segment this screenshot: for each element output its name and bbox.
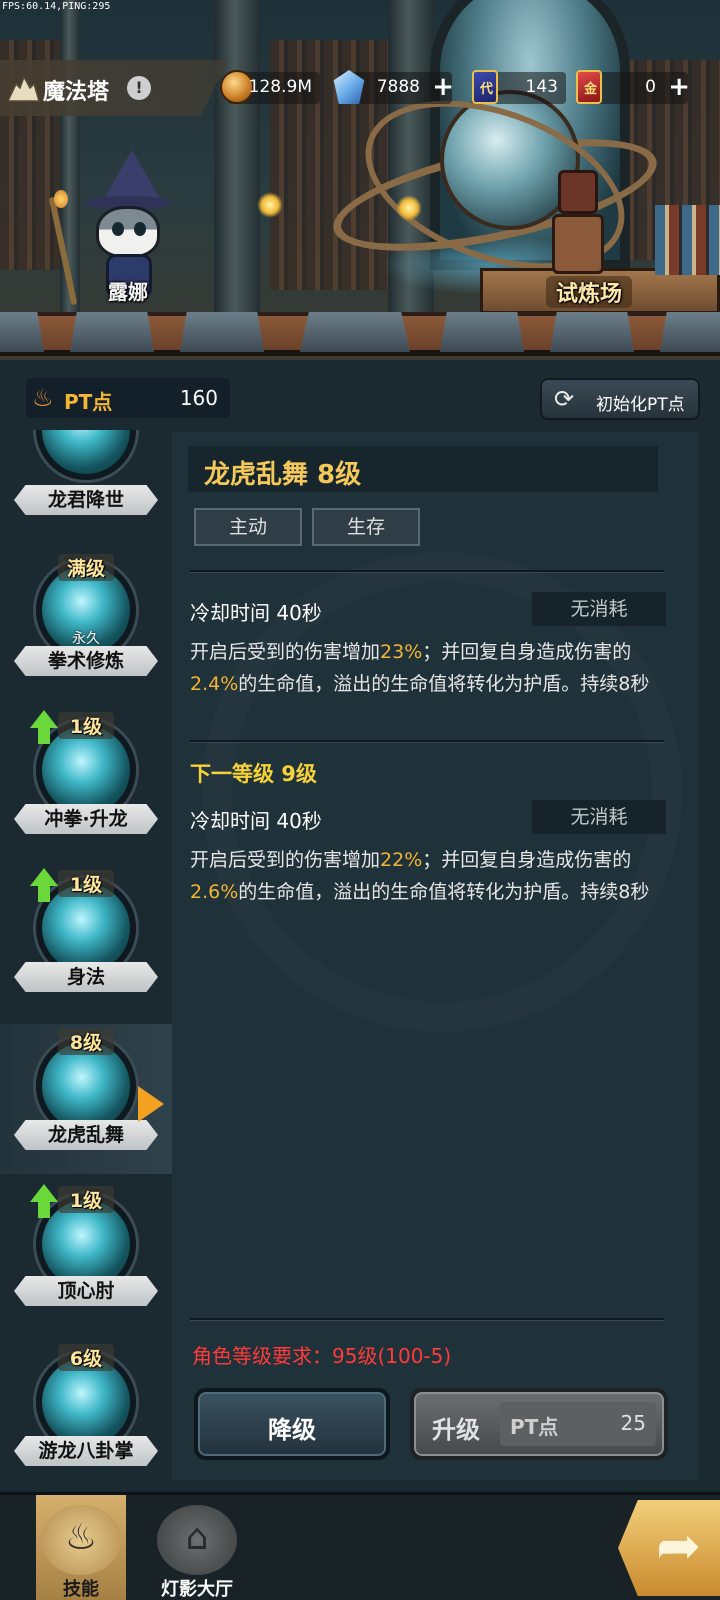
tab-shadow-hall[interactable]: ⌂ 灯影大厅: [152, 1495, 242, 1600]
level-requirement: 角色等级要求：95级(100-5): [192, 1344, 452, 1368]
upgrade-arrow-icon: [30, 868, 58, 886]
resource-blue-card: 代 143: [472, 70, 566, 104]
upgrade-arrow-icon: [30, 710, 58, 728]
resource-crystal: 7888 +: [333, 70, 454, 104]
tab-skills-label: 技能: [63, 1579, 99, 1600]
skill-item[interactable]: 龙君降世: [0, 430, 172, 515]
next-cost: 无消耗: [532, 800, 666, 834]
reset-pt-label: 初始化PT点: [596, 395, 685, 415]
tower-icon: [6, 75, 40, 102]
skill-level: 1级: [58, 1186, 114, 1213]
location-plate: 魔法塔 !: [0, 60, 228, 116]
bottom-nav: ♨ 技能 ⌂ 灯影大厅: [0, 1492, 720, 1600]
location-title: 魔法塔: [43, 80, 110, 105]
crystal-value: 7888: [376, 77, 420, 97]
upgrade-button[interactable]: 升级 PT点 25: [410, 1388, 668, 1460]
fps-readout: FPS:60.14,PING:295: [2, 1, 111, 12]
skill-name: 游龙八卦掌: [14, 1436, 158, 1466]
upgrade-cost-box: PT点 25: [500, 1402, 656, 1446]
gold-value: 128.9M: [248, 77, 312, 97]
flame-icon: ♨: [32, 384, 54, 412]
skill-note: 永久: [72, 631, 100, 647]
skill-name: 冲拳·升龙: [14, 804, 158, 834]
tag-survival: 生存: [312, 508, 420, 546]
pt-label: PT点: [64, 390, 113, 414]
add-crystal-button[interactable]: +: [432, 74, 454, 100]
blue-card-icon: 代: [472, 70, 498, 104]
info-icon[interactable]: !: [127, 76, 151, 100]
skill-name: 拳术修炼: [14, 646, 158, 676]
current-cooldown: 冷却时间 40秒: [190, 601, 322, 625]
red-card-icon: 金: [576, 70, 602, 104]
upgrade-pt-label: PT点: [510, 1415, 559, 1439]
tab-shadow-hall-label: 灯影大厅: [161, 1579, 233, 1600]
downgrade-label: 降级: [268, 1416, 316, 1444]
skill-name: 身法: [14, 962, 158, 992]
npc-label-luna[interactable]: 露娜: [108, 276, 148, 305]
skill-item[interactable]: 满级 永久 拳术修炼: [0, 548, 172, 698]
upgrade-pt-cost: 25: [620, 1411, 646, 1435]
refresh-icon: ⟳: [554, 385, 575, 413]
enter-button[interactable]: ➦: [618, 1500, 720, 1596]
shadow-hall-icon: ⌂: [185, 1517, 209, 1558]
npc-label-trial-ground[interactable]: 试炼场: [546, 276, 633, 308]
next-level-title: 下一等级 9级: [190, 762, 317, 786]
skill-list[interactable]: 龙君降世 满级 永久 拳术修炼 1级 冲拳·升龙 1级 身法 8级 龙虎乱舞 1…: [0, 430, 172, 1488]
tab-skills[interactable]: ♨ 技能: [36, 1495, 126, 1600]
current-description: 开启后受到的伤害增加23%；并回复自身造成伤害的2.4%的生命值，溢出的生命值将…: [190, 641, 650, 695]
resource-gold: 128.9M: [220, 70, 320, 104]
skill-item[interactable]: 1级 冲拳·升龙: [0, 708, 172, 858]
tower-scene: 露娜 试炼场: [0, 0, 720, 360]
pt-value: 160: [179, 386, 218, 410]
pt-points: ♨ PT点 160: [26, 378, 230, 418]
skill-title-bar: 龙虎乱舞 8级: [188, 446, 658, 492]
skill-title: 龙虎乱舞 8级: [204, 460, 362, 490]
skill-item[interactable]: 1级 顶心肘: [0, 1182, 172, 1332]
skill-level: 8级: [58, 1028, 114, 1055]
downgrade-button[interactable]: 降级: [194, 1388, 390, 1460]
skill-level: 6级: [58, 1344, 114, 1371]
skill-item[interactable]: 6级 游龙八卦掌: [0, 1340, 172, 1488]
upgrade-label: 升级: [432, 1416, 480, 1444]
tag-active: 主动: [194, 508, 302, 546]
skill-book-icon: ♨: [64, 1517, 98, 1558]
skill-level: 满级: [58, 554, 114, 581]
red-card-value: 0: [645, 77, 656, 97]
resource-red-card: 金 0 +: [576, 70, 690, 104]
next-description: 开启后受到的伤害增加22%；并回复自身造成伤害的2.6%的生命值，溢出的生命值将…: [190, 849, 650, 903]
skill-level: 1级: [58, 712, 114, 739]
next-cooldown: 冷却时间 40秒: [190, 809, 322, 833]
skill-name: 龙虎乱舞: [14, 1120, 158, 1150]
add-red-card-button[interactable]: +: [668, 74, 690, 100]
skill-level: 1级: [58, 870, 114, 897]
selected-arrow-icon: [138, 1086, 164, 1122]
reset-pt-button[interactable]: ⟳ 初始化PT点: [540, 378, 700, 420]
skill-name: 龙君降世: [14, 485, 158, 515]
top-bar: 魔法塔 ! 128.9M 7888 + 代 143 金 0 +: [0, 60, 720, 116]
skill-icon: [36, 430, 136, 480]
current-cost: 无消耗: [532, 592, 666, 626]
skill-detail: [172, 432, 698, 1480]
forward-arrow-icon: ➦: [656, 1514, 702, 1577]
skill-item[interactable]: 1级 身法: [0, 866, 172, 1016]
crystal-icon: [333, 70, 365, 104]
blue-card-value: 143: [525, 77, 558, 97]
training-dummy[interactable]: [540, 170, 620, 280]
upgrade-arrow-icon: [30, 1184, 58, 1202]
skill-name: 顶心肘: [14, 1276, 158, 1306]
